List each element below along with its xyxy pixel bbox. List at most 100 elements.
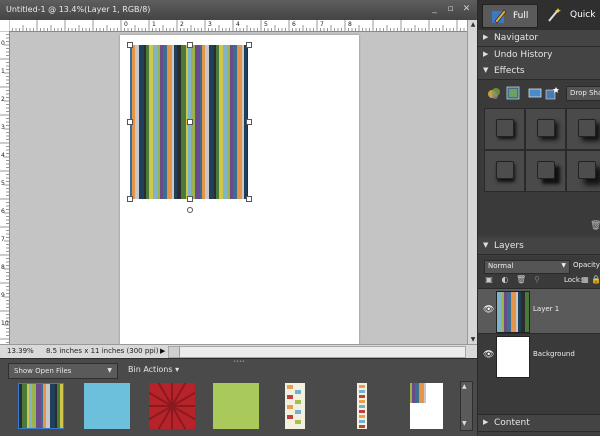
- stripe: [43, 383, 46, 429]
- content-panel-header[interactable]: ▶ Content: [478, 414, 600, 432]
- transform-handle[interactable]: [246, 42, 252, 48]
- stripe: [205, 45, 209, 199]
- full-edit-icon: [492, 9, 507, 24]
- transform-handle[interactable]: [187, 119, 193, 125]
- stripe: [525, 292, 529, 332]
- layer-thumbnail: [496, 291, 530, 333]
- layer-styles-icon[interactable]: [506, 86, 520, 100]
- quick-fix-button[interactable]: Quick: [542, 4, 598, 26]
- bin-thumbnail-collage[interactable]: [285, 383, 331, 429]
- effect-thumbnail[interactable]: [566, 108, 600, 150]
- effect-thumbnail[interactable]: [484, 108, 525, 150]
- layers-label: Layers: [494, 241, 524, 251]
- ruler-label: 2: [180, 21, 184, 28]
- zoom-level[interactable]: 13.39%: [7, 347, 34, 355]
- project-bin: •••• Show Open Files ▼ Bin Actions ▾ ▲ ▼: [0, 358, 477, 436]
- photo-effects-icon[interactable]: [528, 86, 542, 100]
- effects-category-dropdown[interactable]: Drop Sha: [566, 86, 600, 101]
- blend-mode-value: Normal: [488, 262, 514, 270]
- chevron-down-icon: ▼: [107, 367, 112, 374]
- scroll-up-icon[interactable]: ▲: [462, 383, 467, 390]
- ruler-label: 7: [320, 21, 324, 28]
- rotate-handle[interactable]: [187, 207, 193, 213]
- stripe: [410, 383, 412, 403]
- link-layers-icon[interactable]: ⚲: [532, 275, 542, 285]
- collapse-arrow-icon: ▼: [483, 241, 489, 249]
- blend-mode-dropdown[interactable]: Normal ▼: [484, 260, 570, 274]
- horizontal-scrollbar[interactable]: [168, 346, 466, 358]
- bin-thumbnail-blue[interactable]: [84, 383, 130, 429]
- effect-thumbnail[interactable]: [484, 150, 525, 192]
- lock-transparency-icon[interactable]: ▦: [580, 275, 590, 285]
- effects-panel-header[interactable]: ▼ Effects: [478, 63, 600, 80]
- visibility-eye-icon[interactable]: 👁: [483, 305, 494, 315]
- layers-toolbar: ▣ ◐ 🗑 ⚲ Lock: ▦ 🔒: [484, 275, 600, 287]
- transform-handle[interactable]: [127, 119, 133, 125]
- adjustment-layer-icon[interactable]: ◐: [500, 275, 510, 285]
- content-label: Content: [494, 418, 530, 428]
- stripe: [174, 45, 177, 199]
- effect-preview: [537, 119, 555, 137]
- full-edit-button[interactable]: Full: [482, 4, 538, 28]
- bin-thumbnail-stripes[interactable]: [18, 383, 64, 429]
- stripe: [153, 45, 158, 199]
- filters-icon[interactable]: [487, 86, 501, 100]
- layer-row-background[interactable]: 👁 Background: [478, 333, 600, 378]
- stripe: [172, 45, 174, 199]
- transform-handle[interactable]: [187, 196, 193, 202]
- bin-resize-grip[interactable]: ••••: [230, 359, 248, 365]
- close-icon[interactable]: ✕: [461, 4, 472, 15]
- scroll-thumb[interactable]: [169, 347, 180, 357]
- ruler-label: 1: [1, 68, 5, 75]
- navigator-panel-header[interactable]: ▶ Navigator: [478, 30, 600, 47]
- bin-thumbnail-red-burst[interactable]: [149, 383, 195, 429]
- status-menu-icon[interactable]: ▶: [160, 347, 165, 355]
- ruler-label: 0: [1, 40, 5, 47]
- quick-label: Quick: [570, 10, 596, 20]
- stripe: [504, 292, 507, 332]
- ruler-label: 3: [1, 124, 5, 131]
- effect-thumbnail[interactable]: [525, 150, 566, 192]
- effect-thumbnail[interactable]: [566, 150, 600, 192]
- show-all-icon[interactable]: [545, 86, 559, 100]
- stripe: [497, 292, 502, 332]
- undo-history-panel-header[interactable]: ▶ Undo History: [478, 47, 600, 64]
- effect-preview: [578, 119, 596, 137]
- layer-row-layer-1[interactable]: 👁 Layer 1: [478, 288, 600, 333]
- stripe: [41, 383, 43, 429]
- stripe: [230, 45, 233, 199]
- transform-handle[interactable]: [246, 196, 252, 202]
- visibility-eye-icon[interactable]: 👁: [483, 350, 494, 360]
- effects-label: Effects: [494, 66, 525, 76]
- effect-thumbnail[interactable]: [525, 108, 566, 150]
- minimize-icon[interactable]: _: [429, 4, 440, 15]
- trash-icon[interactable]: 🗑: [590, 221, 600, 231]
- scroll-down-icon[interactable]: ▼: [462, 420, 467, 427]
- transform-handle[interactable]: [187, 42, 193, 48]
- document-title-bar[interactable]: Untitled-1 @ 13.4%(Layer 1, RGB/8) _ ▫ ✕: [0, 0, 477, 21]
- collapse-arrow-icon: ▼: [483, 66, 489, 74]
- transform-handle[interactable]: [127, 196, 133, 202]
- stripe: [177, 45, 181, 199]
- layer-name: Background: [533, 350, 575, 358]
- bin-thumbnail-green[interactable]: [213, 383, 259, 429]
- bin-thumbnail-strip[interactable]: [357, 383, 403, 429]
- new-layer-icon[interactable]: ▣: [484, 275, 494, 285]
- lock-all-icon[interactable]: 🔒: [591, 275, 600, 285]
- effects-thumbnail-grid: [484, 108, 600, 196]
- bin-thumbnail-stripes-page[interactable]: [410, 383, 456, 429]
- ruler-label: 10: [1, 320, 9, 327]
- stripe: [202, 45, 205, 199]
- transform-handle[interactable]: [246, 119, 252, 125]
- restore-icon[interactable]: ▫: [445, 4, 456, 15]
- delete-layer-icon[interactable]: 🗑: [516, 275, 526, 285]
- stripe: [167, 45, 172, 199]
- show-open-files-dropdown[interactable]: Show Open Files ▼: [8, 363, 118, 379]
- transform-handle[interactable]: [127, 42, 133, 48]
- stripe: [511, 292, 516, 332]
- bin-scrollbar[interactable]: ▲ ▼: [460, 381, 473, 431]
- bin-actions-menu[interactable]: Bin Actions ▾: [128, 365, 179, 374]
- layers-panel-header[interactable]: ▼ Layers: [478, 238, 600, 255]
- stripe: [233, 45, 237, 199]
- stripe: [502, 292, 504, 332]
